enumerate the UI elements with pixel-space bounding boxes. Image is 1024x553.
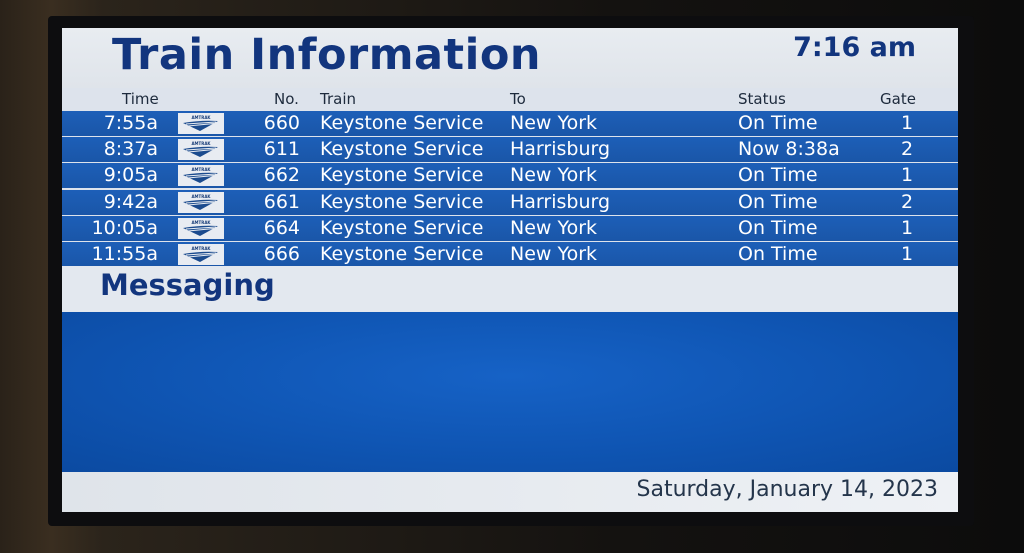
destination: Harrisburg	[510, 138, 611, 161]
departure-row: 11:55a AMTRAK 666 Keystone Service New Y…	[62, 241, 958, 267]
departure-row: 10:05a AMTRAK 664 Keystone Service New Y…	[62, 215, 958, 241]
train-name: Keystone Service	[320, 138, 484, 161]
amtrak-logo-icon: AMTRAK	[178, 217, 224, 239]
messaging-header: Messaging	[62, 266, 958, 312]
train-number: 660	[263, 112, 300, 134]
departure-row: 9:05a AMTRAK 662 Keystone Service New Yo…	[62, 163, 958, 189]
board-header: Train Information 7:16 am	[62, 28, 958, 88]
svg-text:AMTRAK: AMTRAK	[191, 246, 211, 251]
status: On Time	[738, 112, 818, 134]
train-number: 664	[263, 216, 300, 239]
amtrak-logo-icon: AMTRAK	[178, 139, 224, 161]
status: On Time	[738, 216, 818, 239]
amtrak-logo-icon: AMTRAK	[178, 243, 224, 265]
column-header-train: Train	[320, 90, 356, 108]
column-header-no: No.	[274, 90, 299, 108]
departure-time: 11:55a	[91, 242, 158, 265]
departure-time: 8:37a	[103, 138, 158, 161]
current-time: 7:16 am	[793, 32, 916, 63]
column-header-to: To	[510, 90, 526, 108]
departures-list: 7:55a AMTRAK 660 Keystone Service New Yo…	[62, 111, 958, 268]
departure-time: 10:05a	[91, 216, 158, 239]
amtrak-logo-icon: AMTRAK	[178, 191, 224, 213]
messaging-panel	[62, 312, 958, 472]
gate: 1	[900, 216, 914, 239]
gate: 1	[900, 112, 914, 134]
amtrak-logo-icon: AMTRAK	[178, 165, 224, 187]
train-number: 611	[263, 138, 300, 161]
destination: Harrisburg	[510, 190, 611, 213]
status: Now 8:38a	[738, 138, 840, 161]
current-date: Saturday, January 14, 2023	[636, 477, 939, 502]
gate: 1	[900, 242, 914, 265]
departure-time: 9:05a	[103, 164, 158, 187]
gate: 2	[900, 190, 914, 213]
train-name: Keystone Service	[320, 164, 484, 187]
status: On Time	[738, 242, 818, 265]
status: On Time	[738, 164, 818, 187]
departure-row: 9:42a AMTRAK 661 Keystone Service Harris…	[62, 189, 958, 215]
messaging-title: Messaging	[100, 268, 275, 302]
train-number: 666	[263, 242, 300, 265]
svg-text:AMTRAK: AMTRAK	[191, 220, 211, 225]
gate: 2	[900, 138, 914, 161]
departure-time: 7:55a	[103, 112, 158, 134]
departure-row: 8:37a AMTRAK 611 Keystone Service Harris…	[62, 137, 958, 163]
column-header-status: Status	[738, 90, 786, 108]
train-number: 661	[263, 190, 300, 213]
train-name: Keystone Service	[320, 242, 484, 265]
departure-time: 9:42a	[103, 190, 158, 213]
train-name: Keystone Service	[320, 112, 484, 134]
train-number: 662	[263, 164, 300, 187]
board-footer: Saturday, January 14, 2023	[62, 472, 958, 512]
svg-text:AMTRAK: AMTRAK	[191, 115, 211, 120]
board-title: Train Information	[112, 30, 541, 80]
amtrak-logo-icon: AMTRAK	[178, 113, 224, 134]
departure-board: Train Information 7:16 am Time No. Train…	[62, 28, 958, 512]
train-name: Keystone Service	[320, 216, 484, 239]
destination: New York	[510, 112, 598, 134]
destination: New York	[510, 164, 598, 187]
status: On Time	[738, 190, 818, 213]
destination: New York	[510, 242, 598, 265]
train-name: Keystone Service	[320, 190, 484, 213]
svg-text:AMTRAK: AMTRAK	[191, 194, 211, 199]
svg-text:AMTRAK: AMTRAK	[191, 167, 211, 172]
column-header-gate: Gate	[880, 90, 916, 108]
gate: 1	[900, 164, 914, 187]
column-header-time: Time	[122, 90, 159, 108]
departure-row: 7:55a AMTRAK 660 Keystone Service New Yo…	[62, 111, 958, 136]
destination: New York	[510, 216, 598, 239]
svg-text:AMTRAK: AMTRAK	[191, 141, 211, 146]
